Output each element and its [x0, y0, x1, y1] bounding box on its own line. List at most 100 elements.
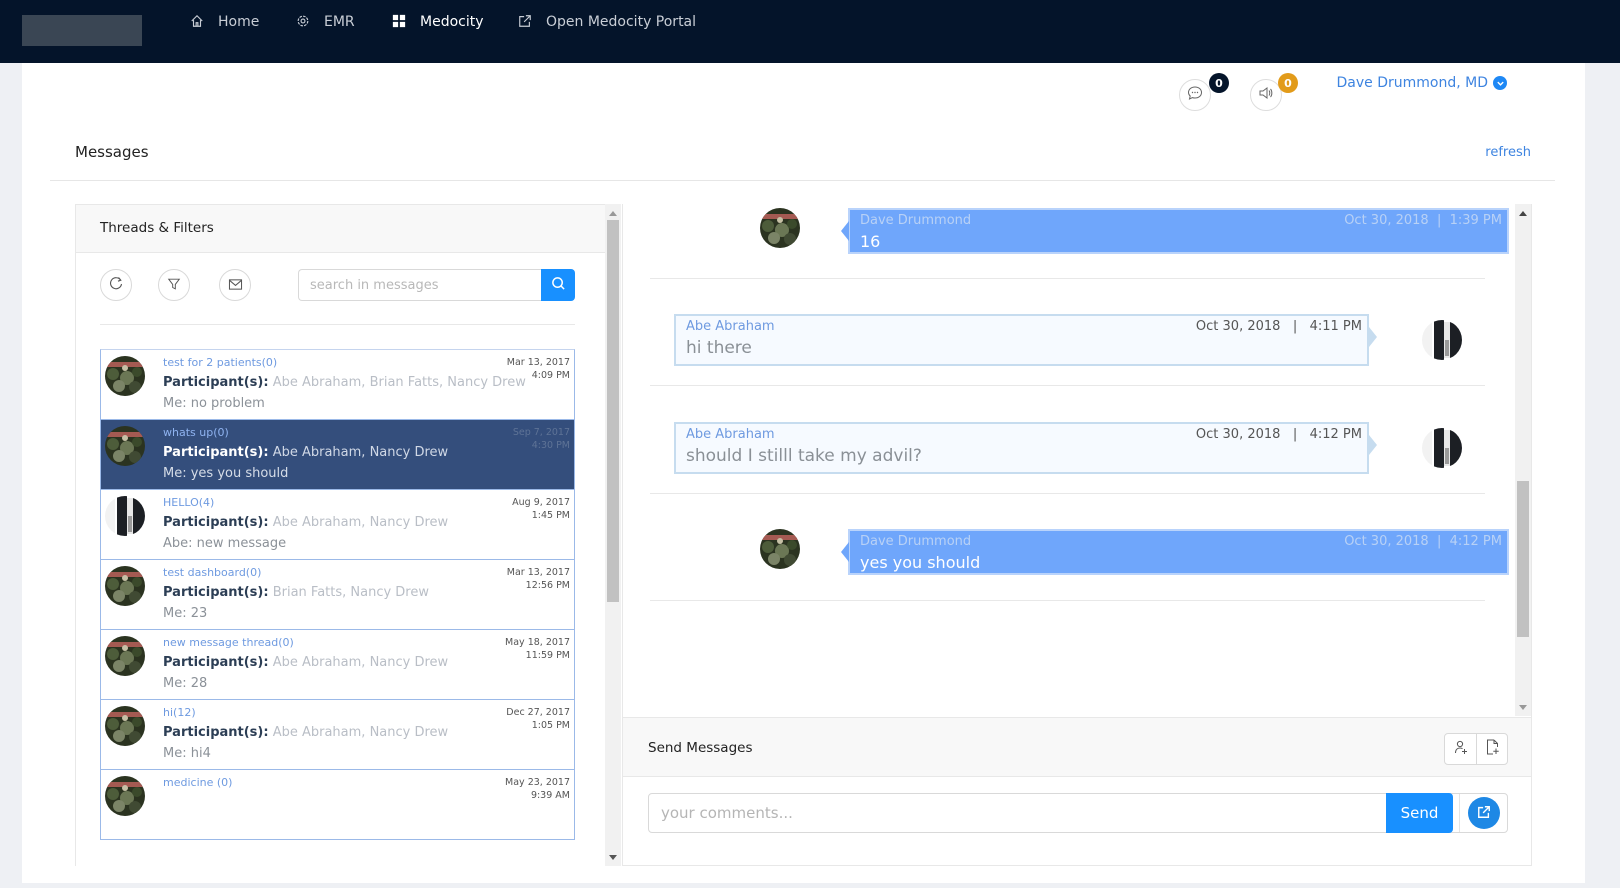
user-menu[interactable]: Dave Drummond, MD [1337, 75, 1507, 91]
thread-participants: Participant(s): Abe Abraham, Nancy Drew [163, 445, 448, 460]
comment-input[interactable] [649, 794, 1386, 832]
avatar [105, 496, 145, 536]
nav-medocity[interactable]: Medocity [392, 0, 484, 44]
compose-thread-button[interactable] [219, 269, 251, 301]
thread-timestamp: Sep 7, 2017 4:30 PM [513, 426, 570, 452]
grid-icon [392, 14, 408, 30]
add-participant-button[interactable] [1445, 734, 1476, 764]
filter-icon [167, 276, 181, 295]
thread-participants: Participant(s): Brian Fatts, Nancy Drew [163, 585, 429, 600]
thread-participants: Participant(s): Abe Abraham, Brian Fatts… [163, 375, 526, 390]
message-date: Oct 30, 2018 [1195, 427, 1281, 442]
speaker-icon [1258, 85, 1274, 105]
participants-value: Abe Abraham, Brian Fatts, Nancy Drew [272, 375, 526, 390]
logo[interactable] [22, 15, 142, 46]
thread-title: new message thread(0) [163, 636, 294, 649]
divider [650, 600, 1485, 601]
scrollbar-thumb[interactable] [1517, 481, 1529, 637]
send-tools-group [1444, 733, 1508, 765]
thread-timestamp: Mar 13, 2017 12:56 PM [507, 566, 570, 592]
home-icon [190, 14, 206, 30]
thread-time: 12:56 PM [525, 580, 570, 591]
page-gutter [1585, 63, 1620, 888]
scrollbar-thumb[interactable] [607, 220, 619, 602]
thread-date: Aug 9, 2017 [512, 497, 570, 508]
thread-title: medicine (0) [163, 776, 233, 789]
thread-list: test for 2 patients(0) Participant(s): Ab… [100, 349, 575, 840]
thread-item[interactable]: whats up(0) Participant(s): Abe Abraham, … [100, 419, 575, 490]
divider [50, 180, 1555, 181]
thread-item[interactable]: HELLO(4) Participant(s): Abe Abraham, Nan… [100, 489, 575, 560]
thread-date: May 23, 2017 [505, 777, 570, 788]
external-link-icon [518, 14, 534, 30]
avatar [105, 636, 145, 676]
avatar [105, 566, 145, 606]
scroll-down-arrow[interactable] [1515, 700, 1531, 714]
thread-item[interactable]: test for 2 patients(0) Participant(s): Ab… [100, 349, 575, 420]
message-sender: Dave Drummond [860, 213, 972, 228]
nav-emr[interactable]: EMR [296, 0, 355, 44]
thread-title: HELLO(4) [163, 496, 215, 509]
thread-date: Mar 13, 2017 [506, 357, 570, 368]
threads-scrollbar[interactable] [605, 204, 621, 866]
message-text: 16 [860, 232, 881, 251]
chat-scrollbar[interactable] [1515, 204, 1531, 716]
share-button[interactable] [1467, 797, 1500, 829]
participants-label: Participant(s): [163, 515, 269, 530]
participants-label: Participant(s): [163, 655, 269, 670]
page-title: Messages [75, 143, 149, 161]
message-sender: Dave Drummond [860, 534, 972, 549]
top-navbar: Home EMR Medocity Open Medocity Portal [0, 0, 1620, 63]
reload-threads-button[interactable] [100, 269, 132, 301]
message-timestamp: Oct 30, 2018 | 1:39 PM [1344, 213, 1502, 228]
thread-item[interactable]: test dashboard(0) Participant(s): Brian F… [100, 559, 575, 630]
scroll-down-arrow[interactable] [605, 850, 621, 864]
thread-title: test dashboard(0) [163, 566, 262, 579]
send-messages-title: Send Messages [648, 740, 753, 756]
thread-title: whats up(0) [163, 426, 229, 439]
scroll-up-arrow[interactable] [605, 206, 621, 220]
reload-icon [108, 275, 124, 295]
chat-panel: Dave Drummond Oct 30, 2018 | 1:39 PM 16 Abe… [622, 204, 1532, 866]
send-button[interactable]: Send [1386, 793, 1453, 833]
participants-label: Participant(s): [163, 445, 269, 460]
refresh-link[interactable]: refresh [1485, 145, 1531, 160]
search-input[interactable] [298, 269, 541, 301]
search-button[interactable] [541, 269, 575, 301]
message-text: should I stilll take my advil? [686, 446, 922, 466]
participants-value: Abe Abraham, Nancy Drew [272, 725, 449, 740]
nav-open-medocity-portal[interactable]: Open Medocity Portal [518, 0, 696, 44]
thread-timestamp: May 23, 2017 9:39 AM [505, 776, 570, 802]
filter-button[interactable] [158, 269, 190, 301]
attach-file-button[interactable] [1476, 734, 1507, 764]
nav-home[interactable]: Home [190, 0, 259, 44]
message-time: 4:11 PM [1309, 319, 1362, 334]
avatar [105, 426, 145, 466]
thread-last-message: Me: no problem [163, 396, 265, 411]
thread-time: 4:30 PM [531, 440, 570, 451]
message-sender: Abe Abraham [686, 319, 775, 334]
message-bubble: Abe Abraham Oct 30, 2018 | 4:11 PM hi ther… [674, 314, 1377, 366]
thread-date: Mar 13, 2017 [506, 567, 570, 578]
participants-value: Abe Abraham, Nancy Drew [272, 655, 449, 670]
message-date: Oct 30, 2018 [1195, 319, 1281, 334]
thread-item[interactable]: medicine (0) May 23, 2017 9:39 AM [100, 769, 575, 840]
participants-label: Participant(s): [163, 725, 269, 740]
mail-icon [228, 276, 243, 295]
threads-panel: Threads & Filters search in messages tes… [75, 204, 621, 866]
thread-participants: Participant(s): Abe Abraham, Nancy Drew [163, 515, 448, 530]
messages-button[interactable] [1179, 79, 1211, 111]
thread-title: hi(12) [163, 706, 196, 719]
thread-time: 9:39 AM [530, 790, 570, 801]
participants-value: Abe Abraham, Nancy Drew [272, 445, 449, 460]
scroll-up-arrow[interactable] [1515, 206, 1531, 220]
search-icon [551, 276, 566, 295]
thread-timestamp: Mar 13, 2017 4:09 PM [507, 356, 570, 382]
divider [650, 278, 1485, 279]
message-date: Oct 30, 2018 [1344, 213, 1429, 228]
thread-item[interactable]: hi(12) Participant(s): Abe Abraham, Nancy… [100, 699, 575, 770]
thread-item[interactable]: new message thread(0) Participant(s): Abe… [100, 629, 575, 700]
bubble-caret [1369, 435, 1377, 455]
thread-last-message: Abe: new message [163, 536, 287, 551]
bubble-caret [1369, 327, 1377, 347]
